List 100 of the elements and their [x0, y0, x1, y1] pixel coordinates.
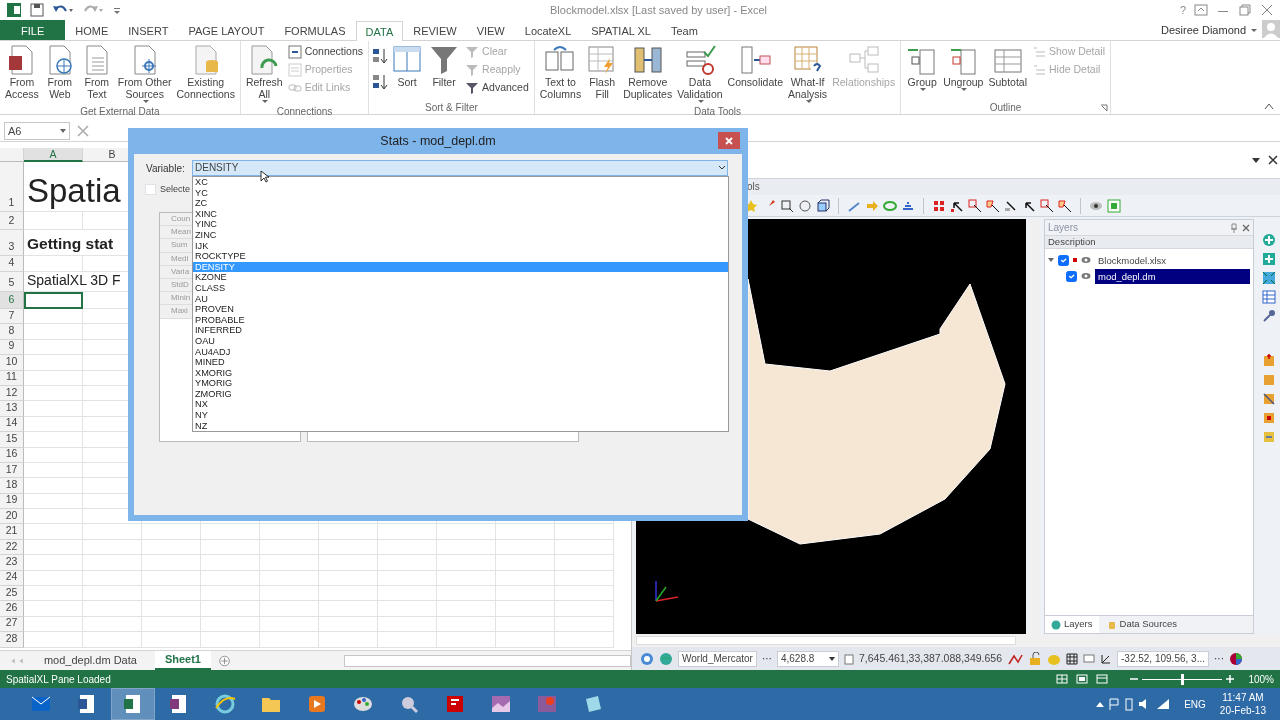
- ribbon-tab[interactable]: HOME: [65, 20, 119, 40]
- dropdown-option[interactable]: XC: [193, 177, 728, 188]
- sheet-tab[interactable]: mod_depl.dm Data: [33, 651, 147, 670]
- ribbon-button[interactable]: Text to Columns: [537, 43, 584, 101]
- row-header[interactable]: 15: [0, 432, 24, 448]
- row-header[interactable]: 21: [0, 524, 24, 540]
- dropdown-option[interactable]: ZMORIG: [193, 388, 728, 400]
- dropdown-option[interactable]: KZONE: [193, 272, 728, 283]
- row-header[interactable]: 20: [0, 509, 24, 525]
- dropdown-option[interactable]: AU4ADJ: [193, 346, 728, 358]
- ribbon-tab[interactable]: LocateXL: [514, 20, 582, 40]
- dropdown-option[interactable]: MINED: [193, 357, 728, 368]
- dropdown-option[interactable]: PROVEN: [193, 304, 728, 315]
- layer-item[interactable]: Blockmodel.xlsx: [1095, 252, 1170, 268]
- row-header[interactable]: 8: [0, 324, 24, 340]
- row-label: Sum: [160, 239, 193, 253]
- row-header[interactable]: 6: [0, 292, 24, 309]
- more-button[interactable]: ···: [761, 651, 772, 666]
- row-header[interactable]: 25: [0, 586, 24, 602]
- ribbon-button[interactable]: Filter: [426, 43, 463, 89]
- ribbon-button[interactable]: Subtotal: [986, 43, 1029, 89]
- name-box[interactable]: A6: [4, 121, 70, 140]
- coordinates-field[interactable]: -32.52, 109.56, 3...: [1117, 650, 1209, 667]
- dropdown-option[interactable]: INFERRED: [193, 325, 728, 336]
- ribbon-tab[interactable]: VIEW: [466, 20, 515, 40]
- help-button[interactable]: ?: [1179, 1, 1186, 19]
- user-name[interactable]: Desiree Diamond: [1161, 20, 1246, 40]
- clock-time[interactable]: 11:47 AM: [1222, 691, 1264, 704]
- ribbon-button[interactable]: Ungroup: [941, 43, 986, 92]
- dropdown-option[interactable]: CLASS: [193, 282, 728, 294]
- ribbon-button[interactable]: Refresh All: [243, 43, 285, 104]
- row-header[interactable]: 7: [0, 309, 24, 325]
- variable-dropdown[interactable]: DENSITY: [192, 160, 728, 176]
- ribbon-button[interactable]: Flash Fill: [584, 43, 621, 101]
- dropdown-option[interactable]: IJK: [193, 240, 728, 252]
- dropdown-option[interactable]: ROCKTYPE: [193, 251, 728, 262]
- ribbon-button[interactable]: Connections: [285, 43, 366, 61]
- row-header[interactable]: 3: [0, 230, 24, 256]
- ribbon-tab[interactable]: SPATIAL XL: [581, 20, 661, 40]
- dropdown-option[interactable]: XINC: [193, 208, 728, 220]
- ribbon-button[interactable]: Existing Connections: [174, 43, 237, 101]
- more-button[interactable]: ···: [1213, 651, 1224, 666]
- ribbon-tab[interactable]: FORMULAS: [274, 20, 356, 40]
- ribbon-tab[interactable]: Team: [660, 20, 708, 40]
- ribbon-button[interactable]: Consolidate: [725, 43, 785, 89]
- ribbon-button[interactable]: Advanced: [463, 79, 531, 97]
- row-header[interactable]: 1: [0, 162, 24, 212]
- dropdown-option[interactable]: ZINC: [193, 229, 728, 241]
- row-label: Maxi: [160, 305, 193, 319]
- scale-dropdown[interactable]: 4,628.8: [776, 650, 839, 667]
- ribbon-tab[interactable]: PAGE LAYOUT: [178, 20, 275, 40]
- row-label: Minin: [160, 292, 193, 306]
- language-indicator[interactable]: ENG: [1184, 696, 1206, 712]
- dropdown-option[interactable]: YINC: [193, 219, 728, 230]
- dropdown-option[interactable]: NX: [193, 399, 728, 411]
- ribbon-button[interactable]: From Access: [3, 43, 41, 101]
- ribbon-button[interactable]: Sort: [389, 43, 426, 89]
- row-header[interactable]: 4: [0, 256, 24, 272]
- panel-tab[interactable]: Data Sources: [1100, 616, 1184, 633]
- ribbon-tab[interactable]: INSERT: [118, 20, 179, 40]
- dropdown-option[interactable]: YMORIG: [193, 378, 728, 389]
- group-label: Connections: [275, 105, 334, 118]
- ribbon-button[interactable]: Data Validation: [675, 43, 725, 104]
- ribbon-button[interactable]: Group: [904, 43, 941, 92]
- row-header[interactable]: 18: [0, 478, 24, 494]
- ribbon-button[interactable]: What-If Analysis: [786, 43, 830, 104]
- clock-date[interactable]: 20-Feb-13: [1219, 704, 1266, 717]
- ribbon-button[interactable]: From Other Sources: [115, 43, 174, 104]
- ribbon-tab[interactable]: DATA: [355, 21, 404, 41]
- column-header[interactable]: A: [24, 148, 83, 162]
- layer-item[interactable]: mod_depl.dm: [1095, 268, 1250, 284]
- group-label: Outline: [988, 101, 1023, 114]
- row-header[interactable]: 13: [0, 401, 24, 417]
- cell-text: Getting stat: [26, 233, 114, 254]
- file-tab[interactable]: FILE: [0, 20, 66, 40]
- column-header: Description: [1045, 235, 1253, 249]
- sheet-tab[interactable]: Sheet1: [154, 651, 211, 670]
- checkbox-label: Selecte: [160, 183, 191, 196]
- dropdown-option[interactable]: AU: [193, 293, 728, 305]
- dropdown-option[interactable]: YC: [193, 187, 728, 199]
- row-header[interactable]: 10: [0, 355, 24, 371]
- panel-tab[interactable]: Layers: [1045, 616, 1099, 633]
- ribbon-tab[interactable]: REVIEW: [403, 20, 467, 40]
- ribbon-button[interactable]: From Text: [78, 43, 115, 101]
- row-header[interactable]: 28: [0, 632, 24, 648]
- row-header[interactable]: 23: [0, 555, 24, 571]
- dropdown-option[interactable]: NY: [193, 410, 728, 421]
- ribbon-button[interactable]: Remove Duplicates: [621, 43, 675, 101]
- dropdown-option[interactable]: NZ: [193, 420, 728, 432]
- field-label: Variable:: [146, 162, 185, 176]
- row-header[interactable]: 26: [0, 601, 24, 617]
- dropdown-option[interactable]: PROBABLE: [193, 314, 728, 326]
- row-header[interactable]: 2: [0, 212, 24, 230]
- group-label: Data Tools: [692, 105, 742, 118]
- ribbon-button[interactable]: From Web: [41, 43, 78, 101]
- dropdown-option[interactable]: ZC: [193, 198, 728, 209]
- dropdown-option[interactable]: OAU: [193, 335, 728, 347]
- projection-field[interactable]: World_Mercator: [678, 650, 757, 667]
- dropdown-option[interactable]: XMORIG: [193, 367, 728, 379]
- row-header[interactable]: 5: [0, 272, 24, 292]
